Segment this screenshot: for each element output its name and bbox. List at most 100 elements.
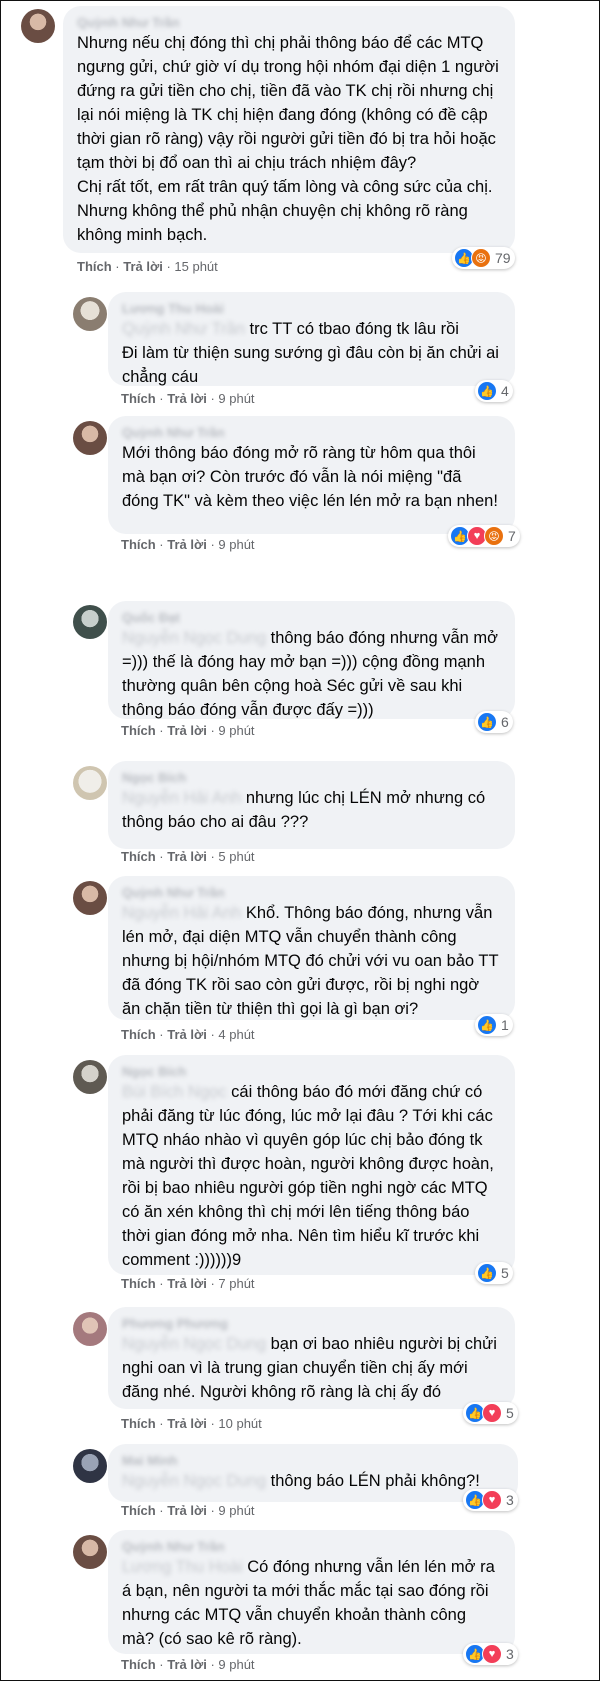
timestamp[interactable]: 9 phút [218, 537, 254, 552]
timestamp[interactable]: 9 phút [218, 1503, 254, 1518]
avatar[interactable] [73, 297, 107, 331]
like-button[interactable]: Thích [121, 1416, 156, 1431]
timestamp[interactable]: 9 phút [218, 723, 254, 738]
comment-actions: Thích · Trả lời · 5 phút [121, 849, 255, 864]
avatar[interactable] [73, 605, 107, 639]
reply-button[interactable]: Trả lời [167, 723, 207, 738]
reply-button[interactable]: Trả lời [167, 1276, 207, 1291]
reaction-summary[interactable]: 👍 😡 79 [452, 247, 515, 269]
reaction-summary[interactable]: 👍 4 [475, 380, 513, 402]
like-button[interactable]: Thích [121, 1276, 156, 1291]
avatar[interactable] [21, 9, 55, 43]
reply-button[interactable]: Trả lời [167, 1027, 207, 1042]
timestamp[interactable]: 5 phút [218, 849, 254, 864]
comment-actions: Thích · Trả lời · 9 phút [121, 723, 255, 738]
comment-actions: Thích · Trả lời · 9 phút [121, 391, 255, 406]
comment-actions: Thích · Trả lời · 7 phút [121, 1276, 255, 1291]
reply-button[interactable]: Trả lời [167, 537, 207, 552]
reaction-summary[interactable]: 👍 5 [475, 1262, 513, 1284]
reply-button[interactable]: Trả lời [123, 259, 163, 274]
reaction-summary[interactable]: 👍 ♥ 3 [463, 1643, 518, 1665]
comment-bubble: Mai Minh Nguyễn Ngọc Dung thông báo LÉN … [108, 1444, 518, 1502]
comment-bubble: Quỳnh Như Trần Nguyễn Hải Anh Khổ. Thông… [108, 876, 515, 1020]
comment-text: Bùi Bích Ngọc cái thông báo đó mới đăng … [122, 1083, 494, 1269]
timestamp[interactable]: 15 phút [174, 259, 217, 274]
author-name[interactable]: Mai Minh [122, 1452, 504, 1469]
mention[interactable]: Nguyễn Ngọc Dung [122, 1335, 266, 1353]
timestamp[interactable]: 4 phút [218, 1027, 254, 1042]
like-button[interactable]: Thích [121, 1027, 156, 1042]
avatar[interactable] [73, 1312, 107, 1346]
timestamp[interactable]: 7 phút [218, 1276, 254, 1291]
reaction-summary[interactable]: 👍 ♥ 3 [463, 1489, 518, 1511]
mention[interactable]: Nguyễn Hải Anh [122, 789, 241, 807]
author-name[interactable]: Ngọc Bích [122, 1063, 501, 1080]
like-button[interactable]: Thích [121, 1503, 156, 1518]
mention[interactable]: Lương Thu Hoài [122, 1558, 243, 1576]
mention[interactable]: Bùi Bích Ngọc [122, 1083, 227, 1101]
reply-button[interactable]: Trả lời [167, 391, 207, 406]
love-icon: ♥ [482, 1403, 502, 1423]
reaction-count: 5 [506, 1405, 514, 1421]
author-name[interactable]: Ngọc Bích [122, 769, 501, 786]
comment-actions: Thích · Trả lời · 15 phút [77, 259, 218, 274]
reply-button[interactable]: Trả lời [167, 849, 207, 864]
comment-bubble: Quốc Đạt Nguyễn Ngọc Dung thông báo đóng… [108, 601, 515, 719]
like-button[interactable]: Thích [121, 537, 156, 552]
avatar[interactable] [73, 1449, 107, 1483]
avatar[interactable] [73, 1535, 107, 1569]
reaction-count: 5 [501, 1265, 509, 1281]
mention[interactable]: Quỳnh Như Trần [122, 320, 245, 338]
reaction-summary[interactable]: 👍 ♥ 5 [463, 1402, 518, 1424]
avatar[interactable] [73, 766, 107, 800]
avatar[interactable] [73, 1060, 107, 1094]
reply-button[interactable]: Trả lời [167, 1416, 207, 1431]
like-button[interactable]: Thích [121, 849, 156, 864]
mention[interactable]: Nguyễn Hải Anh [122, 904, 241, 922]
reaction-count: 7 [508, 528, 516, 544]
like-icon: 👍 [477, 1015, 497, 1035]
like-button[interactable]: Thích [121, 723, 156, 738]
author-name[interactable]: Phương Phương [122, 1315, 501, 1332]
reply-button[interactable]: Trả lời [167, 1657, 207, 1672]
mention[interactable]: Nguyễn Ngọc Dung [122, 629, 266, 647]
timestamp[interactable]: 9 phút [218, 391, 254, 406]
author-name[interactable]: Quỳnh Như Trần [77, 14, 501, 31]
avatar[interactable] [73, 421, 107, 455]
comment-actions: Thích · Trả lời · 10 phút [121, 1416, 262, 1431]
like-icon: 👍 [477, 1263, 497, 1283]
reaction-count: 79 [495, 250, 511, 266]
reaction-summary[interactable]: 👍 1 [475, 1014, 513, 1036]
avatar[interactable] [73, 881, 107, 915]
like-button[interactable]: Thích [121, 1657, 156, 1672]
love-icon: ♥ [482, 1644, 502, 1664]
comment-text: Lương Thu Hoài Có đóng nhưng vẫn lén lén… [122, 1558, 495, 1648]
comment-bubble: Ngọc Bích Bùi Bích Ngọc cái thông báo đó… [108, 1055, 515, 1275]
timestamp[interactable]: 9 phút [218, 1657, 254, 1672]
like-button[interactable]: Thích [121, 391, 156, 406]
comment-bubble: Ngọc Bích Nguyễn Hải Anh nhưng lúc chị L… [108, 761, 515, 849]
comment-actions: Thích · Trả lời · 4 phút [121, 1027, 255, 1042]
author-name[interactable]: Quỳnh Như Trần [122, 1538, 501, 1555]
author-name[interactable]: Lương Thu Hoài [122, 300, 501, 317]
author-name[interactable]: Quỳnh Như Trần [122, 424, 501, 441]
reply-button[interactable]: Trả lời [167, 1503, 207, 1518]
angry-icon: 😡 [471, 248, 491, 268]
comment-thread: Quỳnh Như Trần Nhưng nếu chị đóng thì ch… [0, 0, 600, 1681]
reaction-count: 3 [506, 1646, 514, 1662]
comment-bubble: Quỳnh Như Trần Mới thông báo đóng mở rõ … [108, 416, 515, 534]
angry-icon: 😡 [484, 526, 504, 546]
reaction-count: 3 [506, 1492, 514, 1508]
mention[interactable]: Nguyễn Ngọc Dung [122, 1472, 266, 1490]
comment-text: Nhưng nếu chị đóng thì chị phải thông bá… [77, 34, 499, 244]
author-name[interactable]: Quốc Đạt [122, 609, 501, 626]
author-name[interactable]: Quỳnh Như Trần [122, 884, 501, 901]
reaction-summary[interactable]: 👍 ♥ 😡 7 [448, 525, 520, 547]
comment-bubble: Quỳnh Như Trần Nhưng nếu chị đóng thì ch… [63, 6, 515, 253]
reaction-summary[interactable]: 👍 6 [475, 711, 513, 733]
comment-bubble: Phương Phương Nguyễn Ngọc Dung bạn ơi ba… [108, 1307, 515, 1409]
comment-actions: Thích · Trả lời · 9 phút [121, 1503, 255, 1518]
like-button[interactable]: Thích [77, 259, 112, 274]
timestamp[interactable]: 10 phút [218, 1416, 261, 1431]
comment-actions: Thích · Trả lời · 9 phút [121, 1657, 255, 1672]
